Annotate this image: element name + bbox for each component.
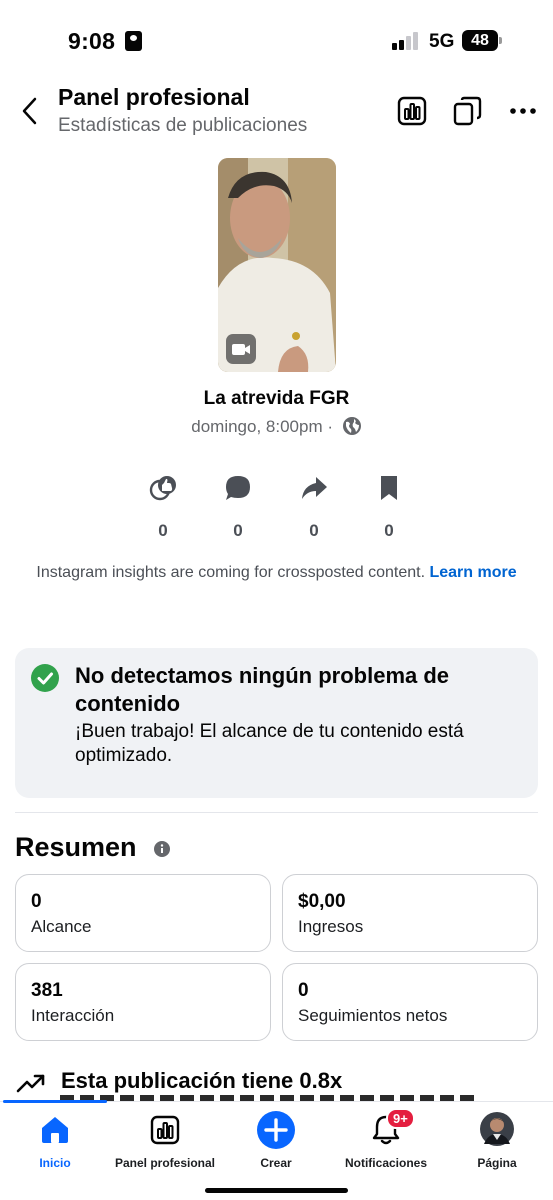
- divider: [15, 812, 538, 813]
- tab-home[interactable]: Inicio: [0, 1114, 110, 1174]
- info-icon[interactable]: [154, 841, 170, 857]
- metric-value: $0,00: [298, 891, 346, 912]
- more-options-icon[interactable]: [508, 96, 540, 126]
- share-icon: [302, 477, 327, 499]
- metric-value: 381: [31, 980, 63, 1001]
- metric-card-net-follows[interactable]: 0 Seguimientos netos: [282, 963, 538, 1041]
- instagram-note: Instagram insights are coming for crossp…: [20, 563, 533, 583]
- bottom-tab-bar: Inicio Panel profesional Crear 9+ Notifi…: [0, 1100, 553, 1200]
- check-circle-icon: [31, 664, 59, 692]
- stat-value: 0: [233, 521, 243, 540]
- metric-card-earnings[interactable]: $0,00 Ingresos: [282, 874, 538, 952]
- tab-label: Panel profesional: [114, 1156, 216, 1170]
- stat-saves: 0: [364, 474, 414, 541]
- network-type: 5G: [429, 31, 455, 52]
- metric-label: Alcance: [31, 917, 92, 936]
- trending-up-icon: [16, 1074, 45, 1093]
- notification-badge: 9+: [386, 1108, 415, 1129]
- avatar: [480, 1112, 514, 1146]
- metric-value: 0: [31, 891, 42, 912]
- active-tab-indicator: [3, 1100, 107, 1103]
- metric-card-interaction[interactable]: 381 Interacción: [15, 963, 271, 1041]
- metric-label: Interacción: [31, 1006, 115, 1025]
- insights-icon[interactable]: [396, 96, 428, 126]
- stat-comments: 0: [213, 474, 263, 541]
- page-subtitle: Estadísticas de publicaciones: [58, 115, 308, 136]
- tab-label: Página: [477, 1156, 517, 1170]
- id-card-icon: [125, 31, 142, 51]
- stat-value: 0: [158, 521, 168, 540]
- stat-reactions: 0: [138, 474, 188, 541]
- tab-label: Crear: [260, 1156, 292, 1170]
- stat-value: 0: [384, 521, 394, 540]
- metric-label: Seguimientos netos: [298, 1006, 448, 1025]
- learn-more-link[interactable]: Learn more: [429, 564, 516, 581]
- back-arrow-icon[interactable]: [18, 96, 42, 126]
- home-icon: [42, 1117, 68, 1143]
- page-title: Panel profesional: [58, 84, 250, 110]
- copy-icon[interactable]: [452, 96, 484, 126]
- bookmark-icon: [381, 476, 397, 500]
- tab-label: Notificaciones: [344, 1156, 428, 1170]
- battery-tip: [499, 37, 502, 44]
- metric-card-reach[interactable]: 0 Alcance: [15, 874, 271, 952]
- tab-page[interactable]: Página: [442, 1112, 552, 1174]
- dashboard-icon: [150, 1115, 180, 1145]
- summary-title: Resumen: [15, 832, 137, 862]
- reaction-icon: [149, 476, 176, 501]
- create-icon: [257, 1111, 295, 1149]
- tab-create[interactable]: Crear: [221, 1111, 331, 1174]
- tab-label: Inicio: [39, 1156, 71, 1170]
- globe-icon: [342, 417, 361, 435]
- post-meta: domingo, 8:00pm ·: [0, 416, 553, 437]
- tab-notifications[interactable]: 9+ Notificaciones: [331, 1108, 441, 1174]
- comment-icon: [226, 476, 250, 500]
- post-title: La atrevida FGR: [203, 388, 350, 409]
- tab-professional-dashboard[interactable]: Panel profesional: [110, 1114, 220, 1174]
- status-time: 9:08: [68, 28, 116, 54]
- signal-icon: [392, 32, 422, 50]
- metric-value: 0: [298, 980, 309, 1001]
- trend-text: Esta publicación tiene 0.8x: [61, 1068, 343, 1093]
- instagram-note-text: Instagram insights are coming for crossp…: [36, 564, 426, 581]
- post-date: domingo, 8:00pm ·: [191, 417, 333, 436]
- stat-shares: 0: [289, 474, 339, 541]
- status-bar: 9:08 5G 48: [0, 0, 553, 80]
- stat-value: 0: [309, 521, 319, 540]
- battery-icon: 48: [462, 30, 498, 51]
- header: Panel profesional Estadísticas de public…: [0, 80, 553, 142]
- content-check-body: ¡Buen trabajo! El alcance de tu contenid…: [75, 721, 464, 766]
- home-indicator: [205, 1188, 348, 1193]
- video-camera-icon: [226, 334, 256, 364]
- content-check-card[interactable]: No detectamos ningún problema de conteni…: [15, 648, 538, 798]
- metric-label: Ingresos: [298, 917, 364, 936]
- content-check-title: No detectamos ningún problema de conteni…: [75, 663, 450, 716]
